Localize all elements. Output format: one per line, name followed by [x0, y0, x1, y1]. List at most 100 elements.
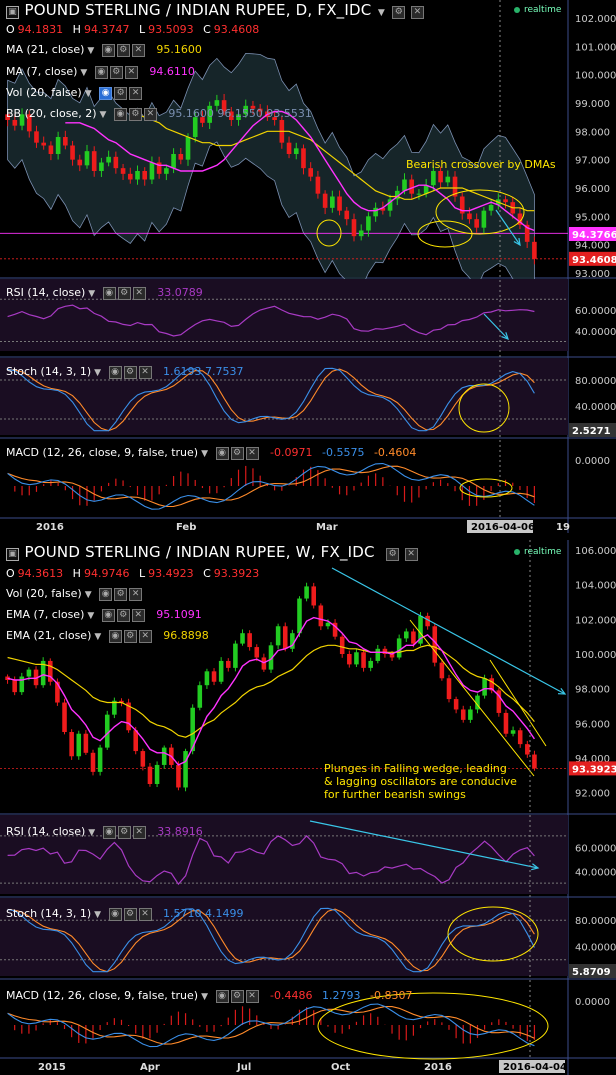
weekly-rsi-header[interactable]: RSI (14, close) ▼ ◉ ⚙ ✕ 33.8916: [6, 824, 203, 840]
chevron-down-icon[interactable]: ▼: [88, 828, 95, 838]
indicator-label: MA (21, close): [6, 43, 85, 56]
weekly-ind-ema7[interactable]: EMA (7, close) ▼ ◉ ⚙ ✕ 95.1091: [6, 607, 202, 623]
close-icon[interactable]: ✕: [138, 907, 152, 921]
settings-icon[interactable]: ⚙: [114, 587, 128, 601]
settings-icon[interactable]: ⚙: [116, 43, 130, 57]
x-tick-label: 2016-04-06: [471, 522, 535, 533]
close-icon[interactable]: ✕: [245, 989, 259, 1003]
chevron-down-icon[interactable]: ▼: [94, 632, 101, 642]
chevron-down-icon[interactable]: ▼: [80, 68, 87, 78]
collapse-icon[interactable]: ▣: [6, 5, 19, 19]
ohlc-close-value: 93.3923: [213, 567, 260, 580]
daily-macd-header[interactable]: MACD (12, 26, close, 9, false, true) ▼ ◉ ⚙…: [6, 445, 416, 461]
chevron-down-icon[interactable]: ▼: [94, 368, 101, 378]
chevron-down-icon[interactable]: ▼: [94, 910, 101, 920]
close-icon[interactable]: ✕: [129, 587, 143, 601]
rsi-value: 33.0789: [157, 286, 203, 299]
eye-icon[interactable]: ◉: [108, 907, 122, 921]
settings-icon[interactable]: ⚙: [114, 86, 128, 100]
ohlc-close-value: 93.4608: [213, 23, 260, 36]
macd-label: MACD (12, 26, close, 9, false, true): [6, 446, 199, 459]
candle-body: [318, 605, 324, 627]
settings-icon[interactable]: ⚙: [117, 825, 131, 839]
close-icon[interactable]: ✕: [138, 365, 152, 379]
chevron-down-icon[interactable]: ▼: [378, 8, 385, 18]
weekly-ind-ema21[interactable]: EMA (21, close) ▼ ◉ ⚙ ✕ 96.8898: [6, 628, 209, 644]
settings-icon[interactable]: ⚙: [109, 65, 123, 79]
eye-icon[interactable]: ◉: [113, 107, 127, 121]
weekly-macd-header[interactable]: MACD (12, 26, close, 9, false, true) ▼ ◉ ⚙…: [6, 988, 412, 1004]
settings-icon[interactable]: ⚙: [123, 365, 137, 379]
rsi-label: RSI (14, close): [6, 286, 86, 299]
daily-ind-vol[interactable]: Vol (20, false) ▼ ◉ ⚙ ✕: [6, 85, 144, 101]
close-icon[interactable]: ✕: [404, 547, 418, 561]
eye-icon[interactable]: ◉: [101, 43, 115, 57]
chevron-down-icon[interactable]: ▼: [87, 46, 94, 56]
settings-icon[interactable]: ⚙: [230, 989, 244, 1003]
stoch-value: 1.6193 7.7537: [163, 365, 244, 378]
settings-icon[interactable]: ⚙: [116, 608, 130, 622]
daily-symbol-title[interactable]: POUND STERLING / INDIAN RUPEE, D, FX_IDC: [25, 1, 372, 19]
settings-icon[interactable]: ⚙: [392, 5, 406, 19]
ohlc-low-value: 93.4923: [148, 567, 194, 580]
settings-icon[interactable]: ⚙: [128, 107, 142, 121]
close-icon[interactable]: ✕: [131, 43, 145, 57]
y-tick-label: 102.000: [575, 615, 616, 626]
indicator-value: 95.1091: [156, 608, 202, 621]
chevron-down-icon[interactable]: ▼: [87, 611, 94, 621]
last-price-tag: 93.4608: [572, 255, 616, 266]
close-icon[interactable]: ✕: [129, 86, 143, 100]
close-icon[interactable]: ✕: [410, 5, 424, 19]
eye-icon[interactable]: ◉: [102, 825, 116, 839]
ohlc-key: H: [72, 23, 81, 36]
eye-icon[interactable]: ◉: [215, 989, 229, 1003]
stoch-value: 1.5710 4.1499: [163, 907, 244, 920]
chevron-down-icon[interactable]: ▼: [88, 289, 95, 299]
collapse-icon[interactable]: ▣: [6, 547, 19, 561]
eye-icon[interactable]: ◉: [101, 608, 115, 622]
eye-icon[interactable]: ◉: [215, 446, 229, 460]
settings-icon[interactable]: ⚙: [117, 286, 131, 300]
daily-rsi-header[interactable]: RSI (14, close) ▼ ◉ ⚙ ✕ 33.0789: [6, 285, 203, 301]
chevron-down-icon[interactable]: ▼: [201, 449, 208, 459]
weekly-symbol-title[interactable]: POUND STERLING / INDIAN RUPEE, W, FX_IDC: [25, 543, 375, 561]
close-icon[interactable]: ✕: [124, 65, 138, 79]
eye-icon[interactable]: ◉: [108, 629, 122, 643]
candle-body: [488, 205, 494, 211]
close-icon[interactable]: ✕: [245, 446, 259, 460]
chevron-down-icon[interactable]: ▼: [85, 89, 92, 99]
stoch-label: Stoch (14, 3, 1): [6, 907, 92, 920]
chevron-down-icon[interactable]: ▼: [85, 590, 92, 600]
settings-icon[interactable]: ⚙: [123, 629, 137, 643]
weekly-title-row: ▣ POUND STERLING / INDIAN RUPEE, W, FX_I…: [6, 543, 420, 561]
eye-icon[interactable]: ◉: [108, 365, 122, 379]
chevron-down-icon[interactable]: ▼: [201, 992, 208, 1002]
ohlc-open-value: 94.3613: [17, 567, 64, 580]
daily-ind-ma21[interactable]: MA (21, close) ▼ ◉ ⚙ ✕ 95.1600: [6, 42, 202, 58]
y-tick-label: 98.000: [575, 685, 610, 696]
close-icon[interactable]: ✕: [132, 286, 146, 300]
eye-icon[interactable]: ◉: [94, 65, 108, 79]
ohlc-key: L: [138, 23, 146, 36]
eye-icon[interactable]: ◉: [99, 587, 113, 601]
eye-icon[interactable]: ◉: [102, 286, 116, 300]
close-icon[interactable]: ✕: [143, 107, 157, 121]
eye-icon[interactable]: ◉: [99, 86, 113, 100]
daily-ind-bb[interactable]: BB (20, close, 2) ▼ ◉ ⚙ ✕ 95.1600 96.1550 9…: [6, 106, 312, 122]
y-tick-label: 92.000: [575, 789, 610, 800]
chevron-down-icon[interactable]: ▼: [100, 110, 107, 120]
close-icon[interactable]: ✕: [132, 825, 146, 839]
weekly-ind-vol[interactable]: Vol (20, false) ▼ ◉ ⚙ ✕: [6, 586, 144, 602]
close-icon[interactable]: ✕: [138, 629, 152, 643]
settings-icon[interactable]: ⚙: [230, 446, 244, 460]
settings-icon[interactable]: ⚙: [386, 547, 400, 561]
weekly-stoch-header[interactable]: Stoch (14, 3, 1) ▼ ◉ ⚙ ✕ 1.5710 4.1499: [6, 906, 244, 922]
close-icon[interactable]: ✕: [131, 608, 145, 622]
candle-body: [135, 171, 140, 180]
candle-body: [337, 196, 342, 211]
daily-stoch-header[interactable]: Stoch (14, 3, 1) ▼ ◉ ⚙ ✕ 1.6193 7.7537: [6, 364, 244, 380]
candle-body: [468, 709, 473, 720]
candle-body: [233, 643, 238, 668]
settings-icon[interactable]: ⚙: [123, 907, 137, 921]
daily-ind-ma7[interactable]: MA (7, close) ▼ ◉ ⚙ ✕ 94.6110: [6, 64, 195, 80]
